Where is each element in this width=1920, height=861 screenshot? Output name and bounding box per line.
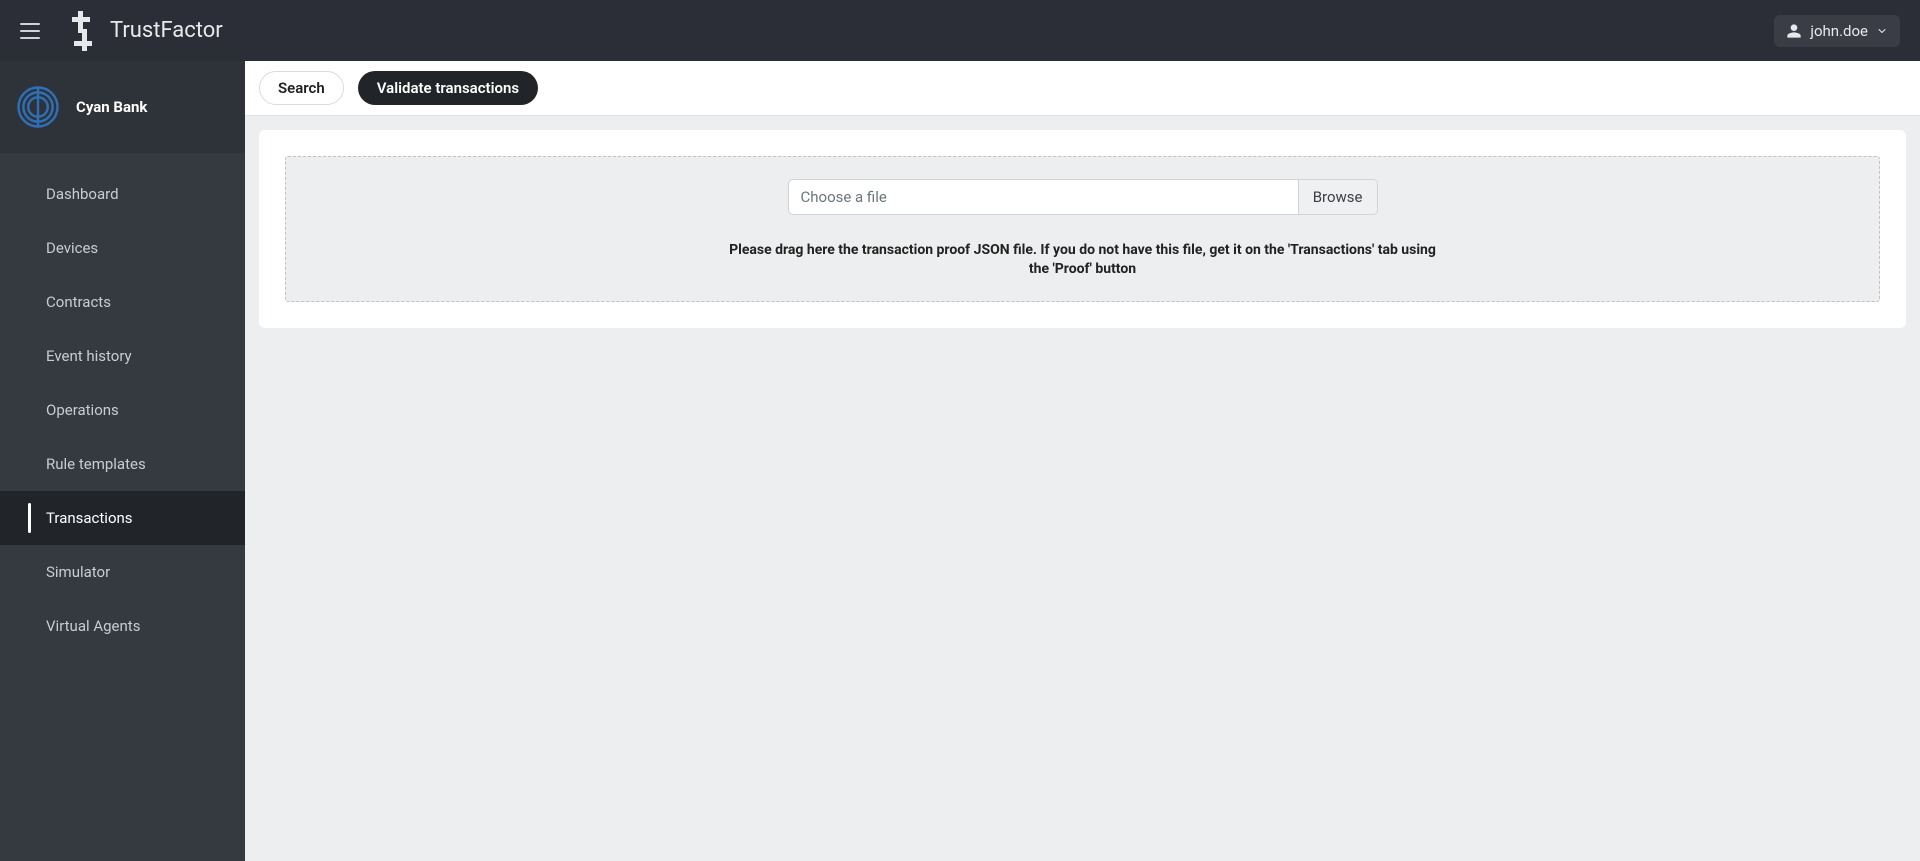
sidebar-item-label: Dashboard bbox=[46, 185, 119, 203]
sidebar-item-operations[interactable]: Operations bbox=[0, 383, 245, 437]
sidebar-item-label: Devices bbox=[46, 239, 98, 257]
tab-label: Validate transactions bbox=[377, 79, 519, 97]
sidebar-item-transactions[interactable]: Transactions bbox=[0, 491, 245, 545]
upload-help-text: Please drag here the transaction proof J… bbox=[723, 241, 1443, 279]
file-input[interactable]: Choose a file Browse bbox=[788, 179, 1378, 215]
file-input-placeholder: Choose a file bbox=[789, 180, 1298, 214]
user-icon bbox=[1786, 23, 1802, 39]
sidebar-item-event-history[interactable]: Event history bbox=[0, 329, 245, 383]
sidebar-item-dashboard[interactable]: Dashboard bbox=[0, 167, 245, 221]
org-name: Cyan Bank bbox=[76, 98, 147, 116]
file-dropzone[interactable]: Choose a file Browse Please drag here th… bbox=[285, 156, 1880, 302]
chevron-down-icon bbox=[1876, 25, 1888, 37]
sidebar-item-virtual-agents[interactable]: Virtual Agents bbox=[0, 599, 245, 653]
sidebar-item-contracts[interactable]: Contracts bbox=[0, 275, 245, 329]
menu-toggle-icon[interactable] bbox=[20, 23, 40, 39]
tab-label: Search bbox=[278, 79, 325, 97]
sidebar-item-label: Event history bbox=[46, 347, 132, 365]
org-header[interactable]: Cyan Bank bbox=[0, 61, 245, 153]
sidebar-item-devices[interactable]: Devices bbox=[0, 221, 245, 275]
sidebar-item-simulator[interactable]: Simulator bbox=[0, 545, 245, 599]
tab-search[interactable]: Search bbox=[259, 71, 344, 105]
tabs: Search Validate transactions bbox=[245, 61, 1920, 116]
sidebar-item-label: Rule templates bbox=[46, 455, 146, 473]
sidebar-item-label: Transactions bbox=[46, 509, 133, 527]
brand[interactable]: TrustFactor bbox=[64, 11, 223, 51]
user-name: john.doe bbox=[1810, 22, 1868, 40]
sidebar-nav: Dashboard Devices Contracts Event histor… bbox=[0, 153, 245, 653]
user-menu[interactable]: john.doe bbox=[1774, 15, 1900, 47]
org-logo-icon bbox=[12, 81, 64, 133]
topbar: TrustFactor john.doe bbox=[0, 0, 1920, 61]
brand-logo-icon bbox=[64, 11, 100, 51]
sidebar-item-label: Virtual Agents bbox=[46, 617, 140, 635]
browse-button[interactable]: Browse bbox=[1298, 180, 1377, 214]
upload-card: Choose a file Browse Please drag here th… bbox=[259, 130, 1906, 328]
sidebar-item-rule-templates[interactable]: Rule templates bbox=[0, 437, 245, 491]
sidebar: Cyan Bank Dashboard Devices Contracts Ev… bbox=[0, 61, 245, 861]
tab-validate-transactions[interactable]: Validate transactions bbox=[358, 71, 538, 105]
brand-name: TrustFactor bbox=[110, 18, 223, 43]
sidebar-item-label: Simulator bbox=[46, 563, 110, 581]
main: Search Validate transactions Choose a fi… bbox=[245, 61, 1920, 861]
sidebar-item-label: Operations bbox=[46, 401, 119, 419]
sidebar-item-label: Contracts bbox=[46, 293, 111, 311]
